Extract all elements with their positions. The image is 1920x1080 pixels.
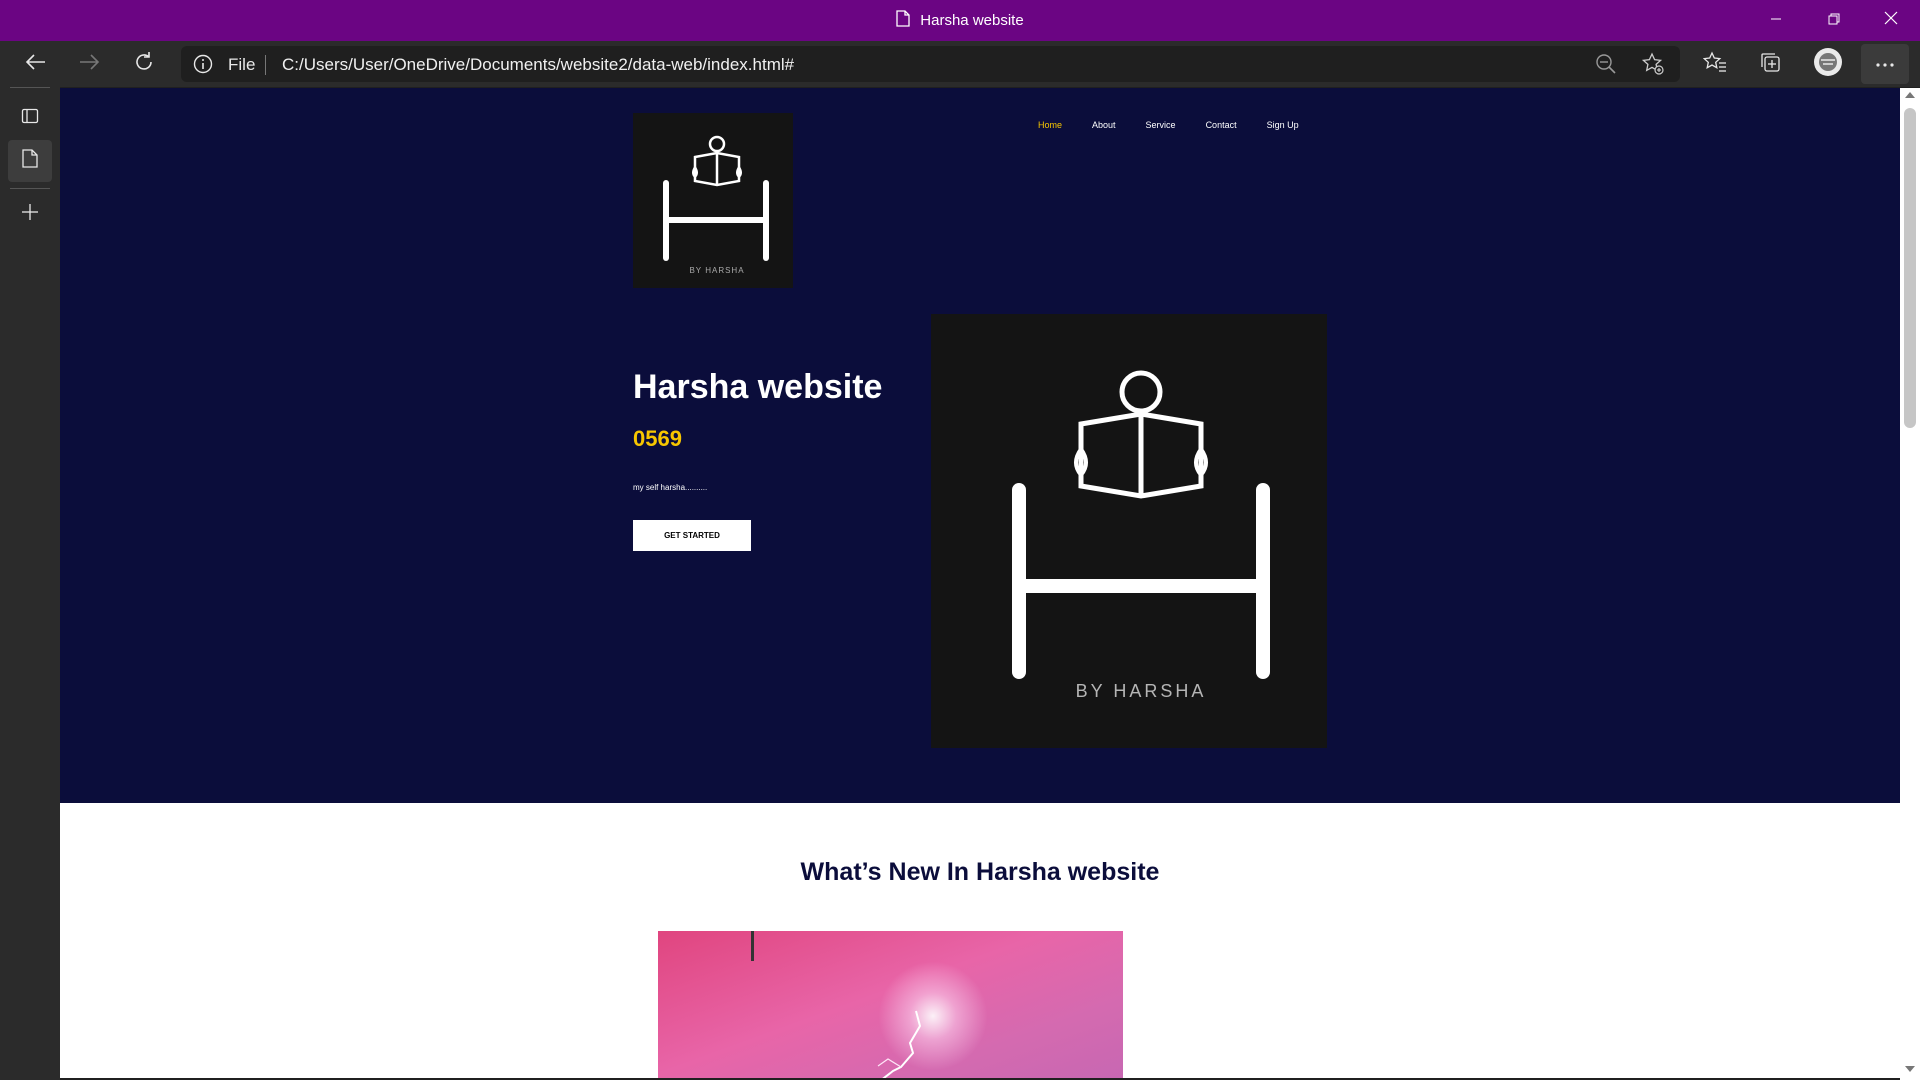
favorites-button[interactable]	[1693, 41, 1737, 87]
sidebar-divider	[10, 87, 50, 88]
news-section-title: What’s New In Harsha website	[800, 858, 1160, 886]
profile-button[interactable]	[1806, 41, 1850, 87]
collections-button[interactable]	[1748, 41, 1792, 87]
main-nav: Home About Service Contact Sign Up	[1038, 120, 1299, 130]
favorites-icon	[1702, 50, 1727, 78]
add-favorite-icon[interactable]	[1641, 52, 1665, 81]
restore-icon	[1828, 12, 1840, 30]
forward-button[interactable]	[68, 41, 112, 87]
page-viewport: BY HARSHA Home About Service Contact Sig…	[60, 88, 1900, 1078]
hero-subtitle: 0569	[633, 426, 682, 451]
info-icon[interactable]	[193, 54, 213, 79]
back-button[interactable]	[13, 41, 57, 87]
hero-section: BY HARSHA Home About Service Contact Sig…	[60, 88, 1900, 803]
hero-logo-image: BY HARSHA	[931, 314, 1327, 748]
more-icon	[1875, 55, 1895, 73]
window-title-text: Harsha website	[920, 12, 1024, 29]
get-started-button[interactable]: GET STARTED	[633, 520, 751, 551]
address-bar[interactable]: File C:/Users/User/OneDrive/Documents/we…	[181, 46, 1680, 82]
restore-button[interactable]	[1805, 0, 1863, 41]
address-separator	[265, 55, 266, 75]
window-title: Harsha website	[0, 0, 1920, 41]
browser-toolbar: File C:/Users/User/OneDrive/Documents/we…	[0, 41, 1920, 87]
tab-actions-button[interactable]	[8, 97, 52, 139]
hero-title: Harsha website	[633, 368, 883, 406]
nav-contact[interactable]: Contact	[1206, 120, 1237, 130]
new-tab-button[interactable]	[8, 193, 52, 235]
back-arrow-icon	[24, 53, 46, 76]
protocol-label: File	[228, 55, 256, 74]
nav-service[interactable]: Service	[1146, 120, 1176, 130]
refresh-icon	[133, 51, 155, 78]
nav-signup[interactable]: Sign Up	[1267, 120, 1299, 130]
more-button[interactable]	[1861, 44, 1909, 84]
vertical-tabs-sidebar	[0, 87, 60, 1080]
tab-actions-icon	[21, 107, 39, 130]
close-button[interactable]	[1862, 0, 1920, 41]
sidebar-divider	[10, 188, 50, 189]
page-icon	[896, 10, 910, 31]
minimize-icon	[1770, 12, 1782, 30]
zoom-out-icon[interactable]	[1595, 53, 1617, 80]
page-tab[interactable]	[8, 140, 52, 182]
profile-icon	[1813, 47, 1843, 82]
url-text[interactable]: C:/Users/User/OneDrive/Documents/website…	[282, 55, 794, 75]
nav-home[interactable]: Home	[1038, 120, 1062, 130]
page-tab-icon	[22, 149, 38, 173]
refresh-button[interactable]	[122, 41, 166, 87]
hero-logo-text: BY HARSHA	[1076, 681, 1207, 701]
minimize-button[interactable]	[1747, 0, 1805, 41]
forward-arrow-icon	[79, 53, 101, 76]
lightning-bolt	[877, 1010, 922, 1078]
nav-about[interactable]: About	[1092, 120, 1116, 130]
close-icon	[1884, 11, 1898, 30]
small-logo-text: BY HARSHA	[689, 266, 744, 275]
title-bar: Harsha website	[0, 0, 1920, 41]
scroll-up-icon[interactable]	[1905, 92, 1915, 98]
page-scrollbar[interactable]	[1900, 88, 1920, 1080]
scrollbar-thumb[interactable]	[1904, 108, 1916, 428]
scroll-down-icon[interactable]	[1905, 1066, 1915, 1072]
collections-icon	[1759, 51, 1781, 78]
news-image	[658, 931, 1123, 1078]
new-tab-icon	[21, 203, 39, 226]
site-logo[interactable]: BY HARSHA	[633, 113, 793, 288]
hero-description: my self harsha..........	[633, 483, 708, 492]
